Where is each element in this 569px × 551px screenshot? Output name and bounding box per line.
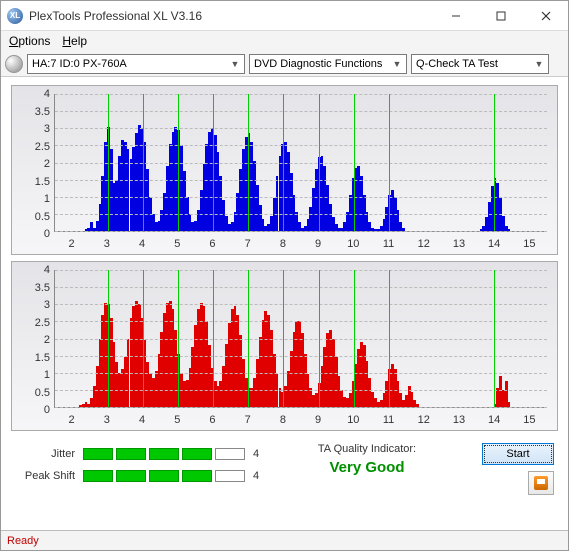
chevron-down-icon: ▼ (390, 59, 404, 69)
device-select[interactable]: HA:7 ID:0 PX-760A ▼ (27, 54, 245, 74)
toolbar: HA:7 ID:0 PX-760A ▼ DVD Diagnostic Funct… (1, 51, 568, 77)
jitter-bars (83, 448, 245, 460)
category-select[interactable]: DVD Diagnostic Functions ▼ (249, 54, 407, 74)
quality-label: TA Quality Indicator: (276, 443, 458, 455)
peakshift-value: 4 (253, 470, 259, 482)
metric-peakshift: Peak Shift 4 (13, 465, 268, 487)
quality-value: Very Good (276, 459, 458, 476)
bottom-panel: Jitter 4 Peak Shift 4 TA Quality Indicat… (11, 437, 558, 497)
jitter-value: 4 (253, 448, 259, 460)
minimize-button[interactable] (433, 1, 478, 30)
chart-bottom: 00.511.522.533.5423456789101112131415 (11, 261, 558, 431)
status-text: Ready (7, 535, 39, 547)
test-select[interactable]: Q-Check TA Test ▼ (411, 54, 549, 74)
peakshift-bars (83, 470, 245, 482)
save-results-button[interactable] (528, 471, 554, 495)
maximize-button[interactable] (478, 1, 523, 30)
menu-options[interactable]: Options (9, 34, 50, 48)
chevron-down-icon: ▼ (228, 59, 242, 69)
save-icon (534, 476, 548, 490)
app-icon: XL (7, 8, 23, 24)
start-button[interactable]: Start (482, 443, 554, 465)
menubar: Options Help (1, 31, 568, 51)
category-select-value: DVD Diagnostic Functions (254, 58, 390, 70)
close-button[interactable] (523, 1, 568, 30)
titlebar: XL PlexTools Professional XL V3.16 (1, 1, 568, 31)
device-select-value: HA:7 ID:0 PX-760A (32, 58, 228, 70)
test-select-value: Q-Check TA Test (416, 58, 532, 70)
chevron-down-icon: ▼ (532, 59, 546, 69)
menu-help[interactable]: Help (62, 34, 87, 48)
chart-top: 00.511.522.533.5423456789101112131415 (11, 85, 558, 255)
quality-indicator: TA Quality Indicator: Very Good (276, 443, 458, 495)
window-title: PlexTools Professional XL V3.16 (29, 9, 202, 23)
main-panel: 00.511.522.533.5423456789101112131415 00… (1, 77, 568, 501)
metric-jitter: Jitter 4 (13, 443, 268, 465)
peakshift-label: Peak Shift (13, 470, 83, 482)
jitter-label: Jitter (13, 448, 83, 460)
metrics: Jitter 4 Peak Shift 4 (13, 443, 268, 495)
disc-icon (5, 55, 23, 73)
statusbar: Ready (1, 530, 568, 550)
actions: Start (466, 443, 556, 495)
